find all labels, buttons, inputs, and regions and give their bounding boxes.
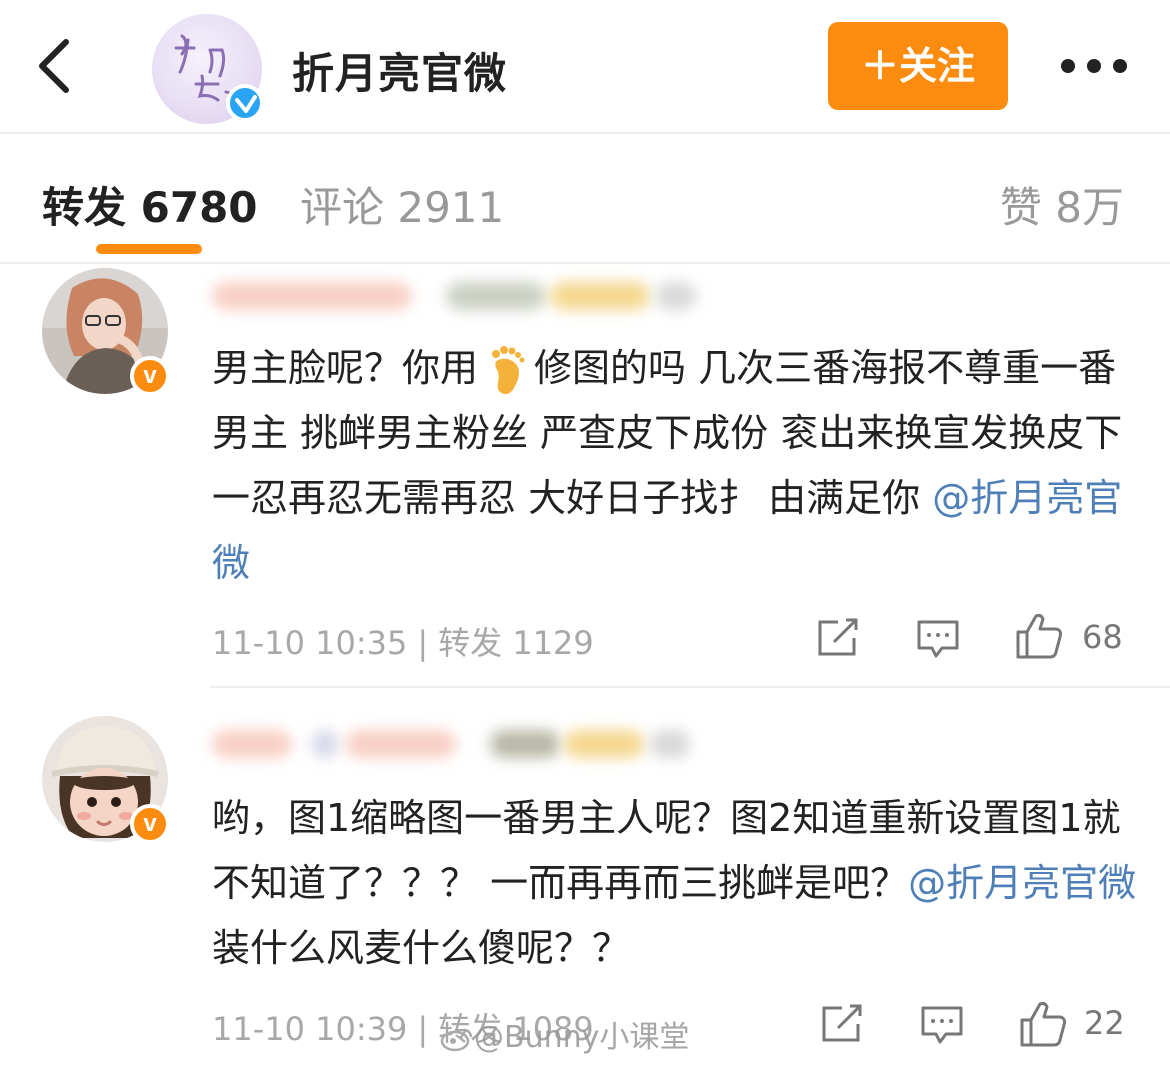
- username-blurred[interactable]: [200, 278, 700, 314]
- comment-icon: [921, 1006, 963, 1044]
- divider: [210, 686, 1170, 688]
- active-tab-indicator: [96, 244, 202, 254]
- foot-emoji-icon: [492, 345, 525, 394]
- like-count: 22: [1084, 1004, 1125, 1042]
- like-count: 68: [1082, 618, 1123, 656]
- post-time: 11-10 10:35: [212, 624, 408, 662]
- watermark: @Bunny小课堂: [440, 1012, 689, 1056]
- share-icon: [818, 618, 858, 656]
- thumbs-up-icon: [1016, 613, 1062, 659]
- weibo-logo-icon: [440, 1028, 473, 1051]
- top-bar: 折月亮官微 ＋关注: [0, 0, 1170, 134]
- share-icon: [822, 1004, 862, 1042]
- share-button[interactable]: [816, 618, 860, 662]
- comment-button[interactable]: [920, 1004, 964, 1050]
- comment-button[interactable]: [916, 618, 960, 664]
- tab-bar: 转发 6780 评论 2911 赞 8万: [0, 134, 1170, 264]
- like-button[interactable]: [1018, 1000, 1068, 1052]
- share-button[interactable]: [820, 1004, 864, 1048]
- post-text: 男主脸呢？你用 修图的吗 几次三番海报不尊重一番男主 挑衅男主粉丝 严查皮下成份…: [212, 345, 1123, 585]
- chevron-left-icon: [39, 39, 69, 93]
- back-button[interactable]: [34, 36, 82, 96]
- tab-repost[interactable]: 转发 6780: [42, 174, 258, 235]
- more-dots-icon: [1061, 59, 1127, 73]
- follow-button[interactable]: ＋关注: [828, 22, 1008, 110]
- comment-icon: [917, 620, 959, 658]
- tab-like[interactable]: 赞 8万: [1000, 174, 1124, 235]
- post-time: 11-10 10:39: [212, 1010, 408, 1048]
- account-name[interactable]: 折月亮官微: [292, 40, 507, 101]
- verified-v-badge-icon: v: [130, 804, 170, 844]
- username-blurred[interactable]: [200, 726, 700, 762]
- verified-badge-icon: [226, 84, 264, 122]
- tab-comment[interactable]: 评论 2911: [300, 174, 504, 235]
- verified-v-badge-icon: v: [130, 356, 170, 396]
- more-button[interactable]: [1058, 54, 1130, 78]
- post-meta: 11-10 10:35 | 转发 1129: [212, 624, 594, 662]
- post-text: 哟，图1缩略图一番男主人呢？图2知道重新设置图1就不知道了？？？ 一而再再而三挑…: [212, 796, 1137, 970]
- repost-count[interactable]: 转发 1129: [438, 624, 594, 662]
- thumbs-up-icon: [1020, 1001, 1066, 1047]
- like-button[interactable]: [1014, 612, 1064, 664]
- mention-link[interactable]: @折月亮官微: [908, 861, 1136, 905]
